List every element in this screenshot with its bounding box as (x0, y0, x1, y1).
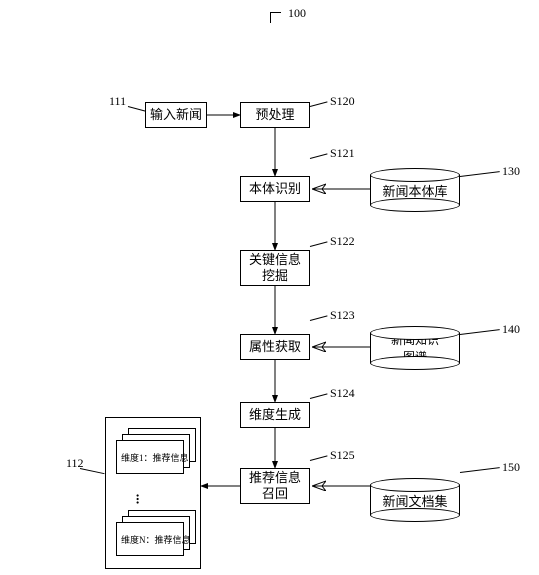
leader-140 (460, 329, 500, 335)
output-ellipsis: ... (131, 494, 147, 505)
ref-label-S120: S120 (330, 94, 355, 109)
ref-label-S124: S124 (330, 386, 355, 401)
corner-bracket (270, 12, 281, 23)
cylinder-150: 新闻文档集 (370, 478, 460, 522)
box-input-news: 输入新闻 (145, 102, 207, 128)
ref-label-S122: S122 (330, 234, 355, 249)
box-dim-gen: 维度生成 (240, 402, 310, 428)
leader-s122 (310, 241, 328, 247)
leader-s121 (310, 153, 328, 159)
ref-label-140: 140 (502, 322, 520, 337)
ref-label-111: 111 (109, 94, 126, 109)
box-preprocess: 预处理 (240, 102, 310, 128)
cylinder-150-label: 新闻文档集 (382, 491, 447, 510)
leader-130 (460, 171, 500, 177)
box-attr-get: 属性获取 (240, 334, 310, 360)
cylinder-130: 新闻本体库 (370, 168, 460, 212)
ref-label-100: 100 (288, 6, 306, 21)
leader-s123 (310, 315, 328, 321)
ref-label-S123: S123 (330, 308, 355, 323)
cylinder-140: 新闻知识 图谱 (370, 326, 460, 370)
ref-label-150: 150 (502, 460, 520, 475)
leader-s124 (310, 393, 328, 399)
ref-label-130: 130 (502, 164, 520, 179)
leader-111 (128, 106, 146, 112)
ref-label-112: 112 (66, 456, 84, 471)
leader-s125 (310, 455, 328, 461)
leader-112 (80, 468, 105, 474)
leader-s120 (310, 101, 328, 107)
box-key-info: 关键信息 挖掘 (240, 250, 310, 286)
output-panel: 维度1：推荐信息 ... 维度N：推荐信息 (105, 417, 201, 569)
flowchart-canvas: 100 111 输入新闻 预处理 S120 本体识别 S121 新闻本体库 13… (0, 0, 539, 575)
box-rec-recall: 推荐信息 召回 (240, 468, 310, 504)
cylinder-130-label: 新闻本体库 (382, 181, 447, 200)
ref-label-S125: S125 (330, 448, 355, 463)
ref-label-S121: S121 (330, 146, 355, 161)
output-dim1: 维度1：推荐信息 (116, 440, 184, 474)
box-entity-rec: 本体识别 (240, 176, 310, 202)
leader-150 (460, 467, 500, 473)
output-dimN: 维度N：推荐信息 (116, 522, 184, 556)
